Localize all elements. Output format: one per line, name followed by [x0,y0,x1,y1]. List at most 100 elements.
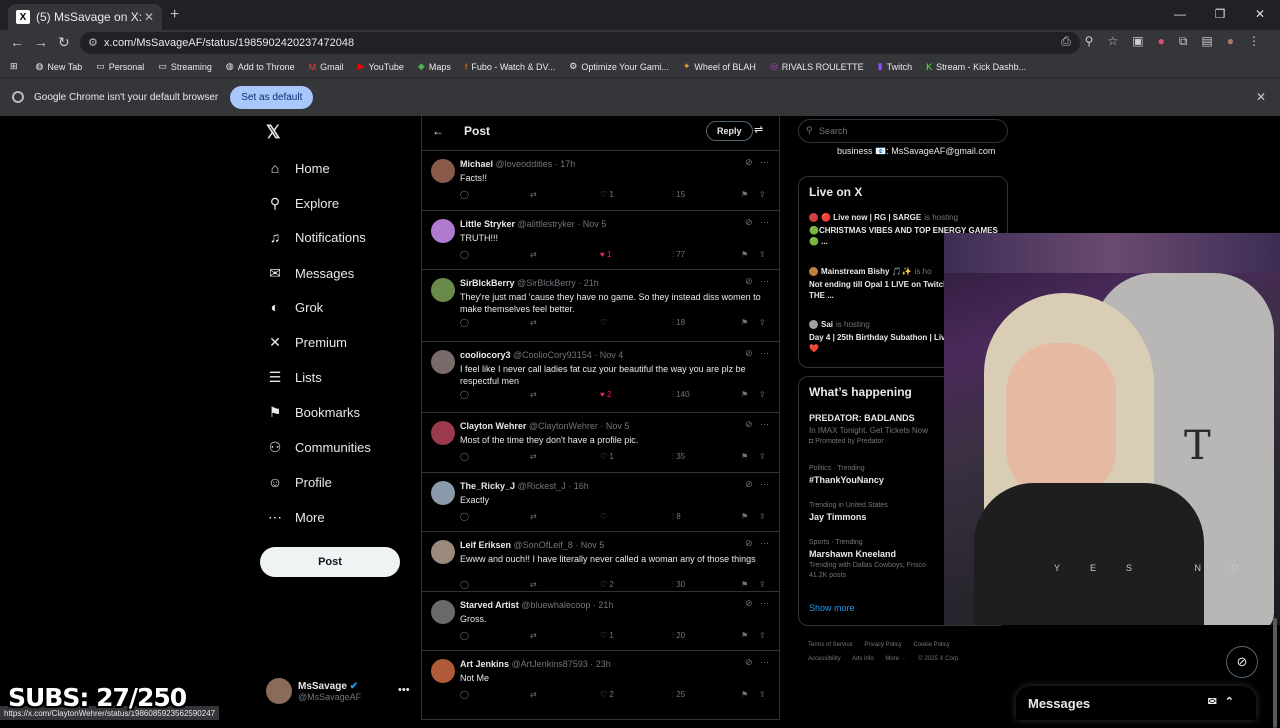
author-name[interactable]: Michael [460,159,493,169]
grok-icon[interactable]: ⊘ [745,479,753,489]
bookmark-item[interactable]: ▭ Personal [96,61,144,72]
post-button[interactable]: Post [260,547,400,577]
views-button[interactable]: ⫶ 18 [672,318,685,328]
restore-icon[interactable]: ❐ [1200,0,1240,28]
author-name[interactable]: Little Stryker [460,219,515,229]
new-tab-icon[interactable]: + [170,6,179,24]
extension-red-icon[interactable]: ● [1158,34,1165,49]
views-button[interactable]: ⫶ 140 [672,390,690,400]
reload-icon[interactable]: ↻ [58,34,70,51]
repost-icon[interactable]: ⇄ [530,190,537,199]
bookmark-icon[interactable]: ⚑ [741,318,748,327]
like-button[interactable]: ♡ 2 [600,580,614,589]
reply-post[interactable]: SirBlckBerry @SirBlckBerry · 21h ⊘ ⋯ They'… [422,270,779,342]
grok-icon[interactable]: ⊘ [745,217,753,227]
bookmark-item[interactable]: ◍ New Tab [36,61,83,72]
post-time[interactable]: Nov 4 [600,350,624,360]
post-time[interactable]: Nov 5 [583,219,607,229]
reply-post[interactable]: Art Jenkins @ArtJenkins87593 · 23h ⊘ ⋯ Not… [422,651,779,720]
star-icon[interactable]: ☆ [1107,34,1118,49]
views-button[interactable]: ⫶ 8 [672,512,681,522]
reply-post[interactable]: Starved Artist @bluewhalecoop · 21h ⊘ ⋯ Gr… [422,592,779,651]
views-button[interactable]: ⫶ 35 [672,452,685,462]
back-icon[interactable]: ← [10,34,24,50]
bookmark-icon[interactable]: ⚑ [741,580,748,589]
bookmark-item[interactable]: ▶ YouTube [358,61,404,72]
tune-icon[interactable]: ⇌ [754,123,763,136]
footer-link[interactable]: Accessibility [808,656,841,662]
like-button[interactable]: ♡ [600,512,607,521]
avatar[interactable] [431,159,455,183]
like-button[interactable]: ♡ 1 [600,631,614,640]
reply-icon[interactable]: ◯ [460,318,469,327]
post-time[interactable]: 21h [598,600,613,610]
puzzle-icon[interactable]: ⧉ [1179,34,1188,49]
messages-drawer[interactable]: Messages ✉⌃ [1016,686,1256,720]
close-tab-icon[interactable]: ✕ [144,10,154,24]
post-time[interactable]: 17h [560,159,575,169]
bookmark-item[interactable]: K Stream - Kick Dashb... [926,62,1026,72]
author-name[interactable]: cooliocory3 [460,350,511,360]
share-icon[interactable]: ⇪ [759,318,766,327]
share-icon[interactable]: ⇪ [759,250,766,259]
bookmark-icon[interactable]: ⚑ [741,390,748,399]
author-name[interactable]: SirBlckBerry [460,278,515,288]
nav-communities[interactable]: ⚇ Communities [266,439,371,456]
author-name[interactable]: The_Ricky_J [460,481,515,491]
grok-icon[interactable]: ⊘ [745,157,753,167]
footer-link[interactable]: Terms of Service [808,642,853,648]
share-icon[interactable]: ⇪ [759,190,766,199]
reply-icon[interactable]: ◯ [460,190,469,199]
views-button[interactable]: ⫶ 20 [672,631,685,641]
minimize-icon[interactable]: — [1160,0,1200,28]
bookmark-item[interactable]: ◆ Maps [418,61,451,72]
search-input[interactable]: ⚲ Search [798,119,1008,143]
browser-tab[interactable]: X (5) MsSavage on X: "Men on th ✕ [8,4,162,30]
show-more-link[interactable]: Show more [809,603,855,613]
footer-link[interactable]: Privacy Policy [864,642,901,648]
views-button[interactable]: ⫶ 77 [672,250,685,260]
site-info-icon[interactable]: ⚙ [88,36,98,49]
grok-float-icon[interactable]: ⊘ [1226,646,1258,678]
bookmark-item[interactable]: ◍ Add to Throne [226,61,295,72]
more-icon[interactable]: ⋯ [760,419,769,429]
bookmark-icon[interactable]: ⚑ [741,190,748,199]
zoom-icon[interactable]: ⚲ [1085,34,1094,49]
bookmark-item[interactable]: ◎ RIVALS ROULETTE [770,61,864,72]
close-icon[interactable]: ✕ [1256,90,1266,104]
bookmark-item[interactable]: ▭ Streaming [158,61,212,72]
like-button[interactable]: ♡ 2 [600,690,614,699]
grok-icon[interactable]: ⊘ [745,598,753,608]
more-icon[interactable]: ⋯ [760,348,769,358]
reply-icon[interactable]: ◯ [460,690,469,699]
reply-icon[interactable]: ◯ [460,250,469,259]
reply-icon[interactable]: ◯ [460,390,469,399]
avatar[interactable] [431,421,455,445]
repost-icon[interactable]: ⇄ [530,690,537,699]
more-icon[interactable]: ⋯ [760,276,769,286]
like-button[interactable]: ♡ [600,318,607,327]
nav-bookmarks[interactable]: ⚑ Bookmarks [266,404,360,421]
views-button[interactable]: ⫶ 30 [672,580,685,590]
forward-icon[interactable]: → [34,34,48,50]
bookmark-item[interactable]: M Gmail [309,62,344,72]
share-icon[interactable]: ⇪ [759,452,766,461]
reply-icon[interactable]: ◯ [460,631,469,640]
like-button[interactable]: ♥ 2 [600,390,611,399]
url-field[interactable]: ⚙ x.com/MsSavageAF/status/19859024202374… [80,32,1080,54]
bookmark-icon[interactable]: ⚑ [741,512,748,521]
new-message-icon[interactable]: ✉⌃ [1208,695,1242,708]
footer-link[interactable]: More ··· [885,656,906,662]
install-icon[interactable]: ⎙ [1061,34,1071,49]
scrollbar-thumb[interactable] [1273,618,1277,728]
extension-icon[interactable]: ▣ [1132,34,1143,49]
scrollbar[interactable] [1272,118,1278,728]
bookmark-icon[interactable]: ⚑ [741,250,748,259]
bookmark-icon[interactable]: ⚑ [741,631,748,640]
nav-more[interactable]: ⋯ More [266,509,325,526]
footer-link[interactable]: Cookie Policy [913,642,949,648]
bookmark-item[interactable]: ⚙ Optimize Your Gami... [569,61,669,72]
like-button[interactable]: ♡ 1 [600,190,614,199]
post-time[interactable]: Nov 5 [606,421,630,431]
menu-icon[interactable]: ⋮ [1248,34,1260,49]
